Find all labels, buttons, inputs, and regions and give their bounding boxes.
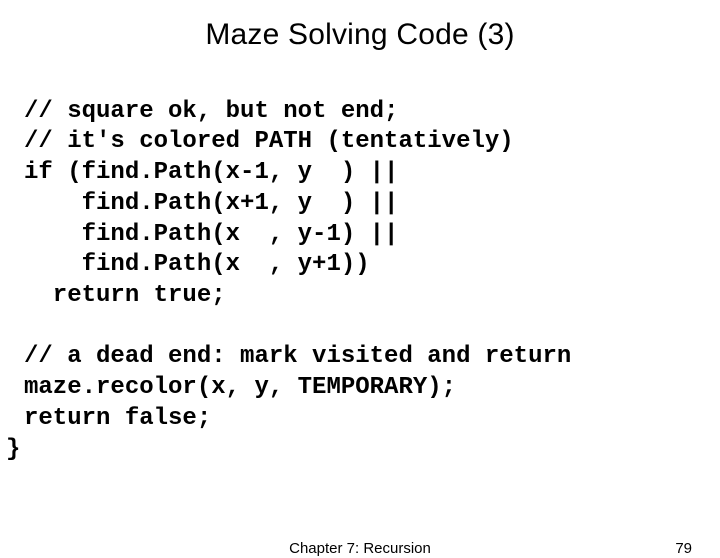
page-title: Maze Solving Code (3)	[0, 18, 720, 52]
code-line: // it's colored PATH (tentatively)	[24, 128, 514, 155]
code-line: return true;	[24, 282, 226, 309]
code-line: return false;	[24, 405, 211, 432]
code-block: // square ok, but not end; // it's color…	[0, 66, 720, 435]
code-line: // a dead end: mark visited and return	[24, 343, 571, 370]
code-line: find.Path(x+1, y ) ||	[24, 190, 398, 217]
code-line: find.Path(x , y+1))	[24, 251, 370, 278]
code-line: if (find.Path(x-1, y ) ||	[24, 159, 398, 186]
code-line: find.Path(x , y-1) ||	[24, 221, 398, 248]
footer-page-number: 79	[675, 540, 692, 557]
closing-brace: }	[0, 435, 720, 466]
footer-chapter: Chapter 7: Recursion	[0, 540, 720, 557]
slide: Maze Solving Code (3) // square ok, but …	[0, 18, 720, 558]
code-line: // square ok, but not end;	[24, 98, 398, 125]
code-line: maze.recolor(x, y, TEMPORARY);	[24, 374, 456, 401]
